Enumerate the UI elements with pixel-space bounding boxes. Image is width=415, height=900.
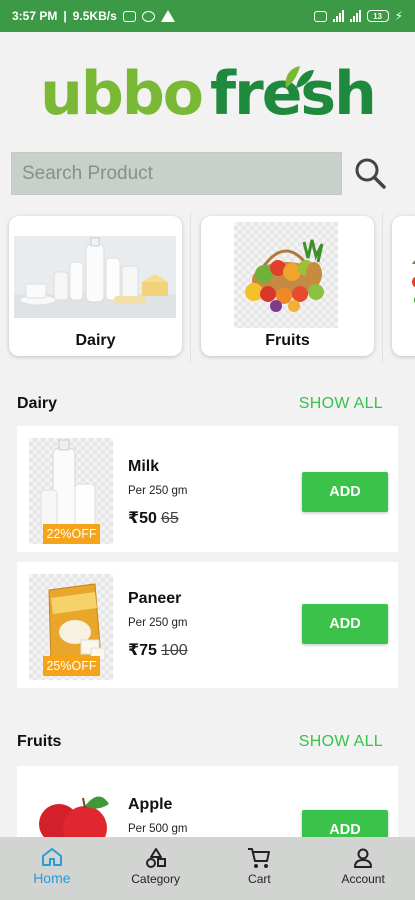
product-price-row: ₹50 65 [128, 508, 179, 528]
product-price: ₹75 [128, 642, 157, 659]
status-speed: 9.5KB/s [72, 9, 117, 23]
nav-home[interactable]: Home [0, 837, 104, 900]
search-icon [355, 158, 386, 189]
product-unit: Per 250 gm [128, 617, 188, 629]
instagram-icon [122, 10, 136, 22]
search-button[interactable] [352, 155, 388, 191]
product-mrp: 65 [160, 510, 179, 527]
section-title-fruits: Fruits [17, 733, 62, 750]
signal-icon [332, 10, 344, 22]
skype-icon [141, 10, 155, 22]
discount-badge: 22%OFF [43, 524, 100, 544]
category-card-fruits[interactable]: Fruits [201, 216, 374, 356]
warning-icon [160, 10, 175, 22]
brand-part-1: ubbo [40, 59, 204, 129]
bottom-navigation: Home Category Cart Account [0, 837, 415, 900]
category-icon [145, 848, 166, 868]
battery-icon: 13 [366, 10, 389, 22]
search-box [11, 152, 342, 195]
category-label-dairy: Dairy [75, 332, 116, 349]
section-header-dairy: Dairy SHOW ALL [17, 393, 383, 415]
product-name: Apple [128, 796, 173, 813]
fruits-image [234, 222, 338, 328]
sim-icon [313, 10, 327, 22]
account-icon [354, 848, 373, 868]
category-carousel[interactable]: Dairy Fruits [0, 212, 415, 362]
category-card-next[interactable] [392, 216, 415, 356]
category-label-fruits: Fruits [265, 332, 310, 349]
status-bar: 3:57 PM | 9.5KB/s 13 ⚡ [0, 0, 415, 32]
product-name: Paneer [128, 590, 182, 607]
home-icon [41, 848, 62, 866]
nav-label-cart: Cart [248, 872, 271, 886]
status-time: 3:57 PM [12, 9, 58, 23]
nav-cart[interactable]: Cart [208, 837, 312, 900]
product-price: ₹50 [128, 510, 157, 527]
product-price-row: ₹75 100 [128, 640, 188, 660]
nav-account[interactable]: Account [311, 837, 415, 900]
brand-logo: ubbo fresh [0, 54, 415, 134]
show-all-dairy-link[interactable]: SHOW ALL [299, 395, 383, 413]
nav-label-category: Category [131, 872, 180, 886]
category-card-dairy[interactable]: Dairy [9, 216, 182, 356]
discount-badge: 25%OFF [43, 656, 100, 676]
cart-icon [248, 848, 271, 868]
show-all-fruits-link[interactable]: SHOW ALL [299, 733, 383, 751]
vegetable-image [412, 260, 415, 304]
product-mrp: 100 [160, 642, 188, 659]
leaf-icon [285, 66, 314, 88]
product-name: Milk [128, 458, 160, 475]
section-title-dairy: Dairy [17, 395, 58, 412]
product-unit: Per 500 gm [128, 823, 188, 835]
add-to-cart-button[interactable]: ADD [302, 472, 388, 512]
product-card-paneer[interactable]: 25%OFF Paneer Per 250 gm ₹75 100 ADD [17, 562, 398, 688]
section-header-fruits: Fruits SHOW ALL [17, 731, 383, 753]
search-input[interactable] [12, 153, 341, 194]
add-to-cart-button[interactable]: ADD [302, 604, 388, 644]
nav-label-account: Account [341, 872, 385, 886]
nav-category[interactable]: Category [104, 837, 208, 900]
charging-icon: ⚡ [394, 9, 403, 23]
nav-label-home: Home [33, 870, 71, 886]
product-unit: Per 250 gm [128, 485, 188, 497]
product-card-milk[interactable]: 22%OFF Milk Per 250 gm ₹50 65 ADD [17, 426, 398, 552]
dairy-image [14, 236, 176, 318]
signal-icon-2 [349, 10, 361, 22]
